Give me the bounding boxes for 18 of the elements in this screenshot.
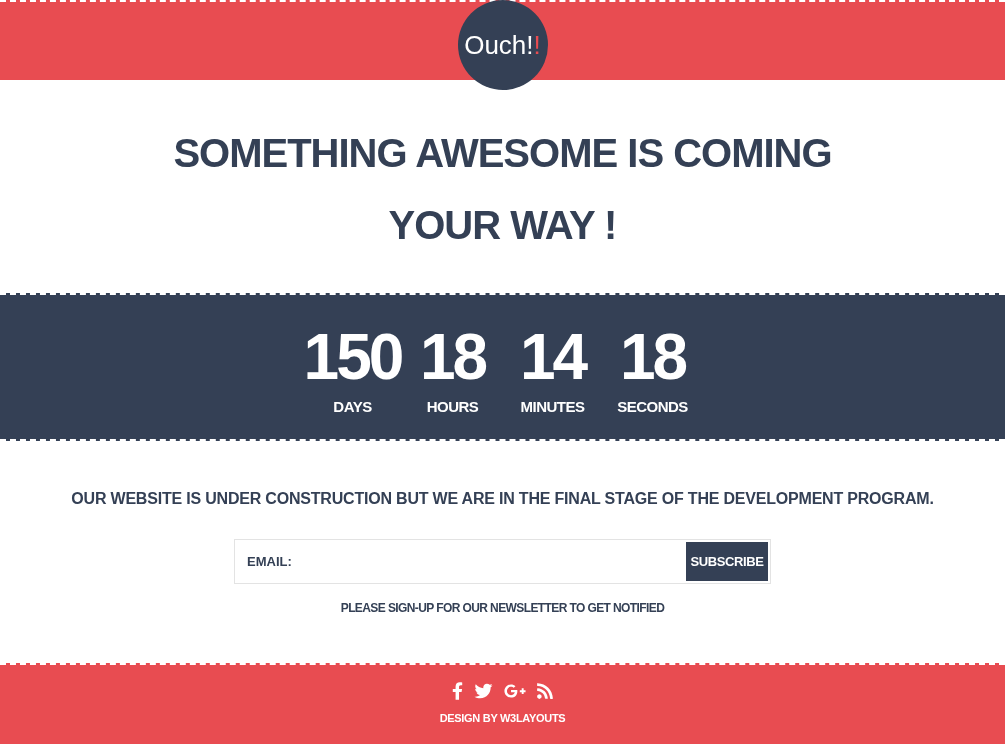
countdown-unit: DAYS [333, 398, 372, 416]
countdown-unit: SECONDS [617, 398, 688, 416]
headline: SOMETHING AWESOME IS COMING YOUR WAY ! [172, 129, 833, 249]
countdown-unit: HOURS [426, 398, 479, 416]
newsletter-note: PLEASE SIGN-UP FOR OUR NEWSLETTER TO GET NOTIFIED [340, 600, 665, 616]
countdown-number: 150 [303, 325, 402, 389]
subscribe-button[interactable]: SUBSCRIBE [686, 542, 768, 581]
construction-message: OUR WEBSITE IS UNDER CONSTRUCTION BUT WE ARE IN THE FINAL STAGE OF THE DEVELOPMENT PROGRAM. [71, 489, 934, 509]
g-plus-icon[interactable] [503, 682, 526, 700]
countdown-number: 14 [519, 325, 586, 389]
countdown-number: 18 [619, 325, 686, 389]
logo[interactable]: Ouch!! [457, 0, 548, 90]
countdown-unit: MINUTES [520, 398, 585, 416]
bird-icon[interactable] [472, 682, 494, 700]
rss-feed-icon[interactable] [535, 682, 554, 700]
countdown-number: 18 [419, 325, 486, 389]
f-letter-icon[interactable] [451, 681, 463, 701]
footer-credit: DESIGN BY W3LAYOUTS [439, 711, 566, 725]
